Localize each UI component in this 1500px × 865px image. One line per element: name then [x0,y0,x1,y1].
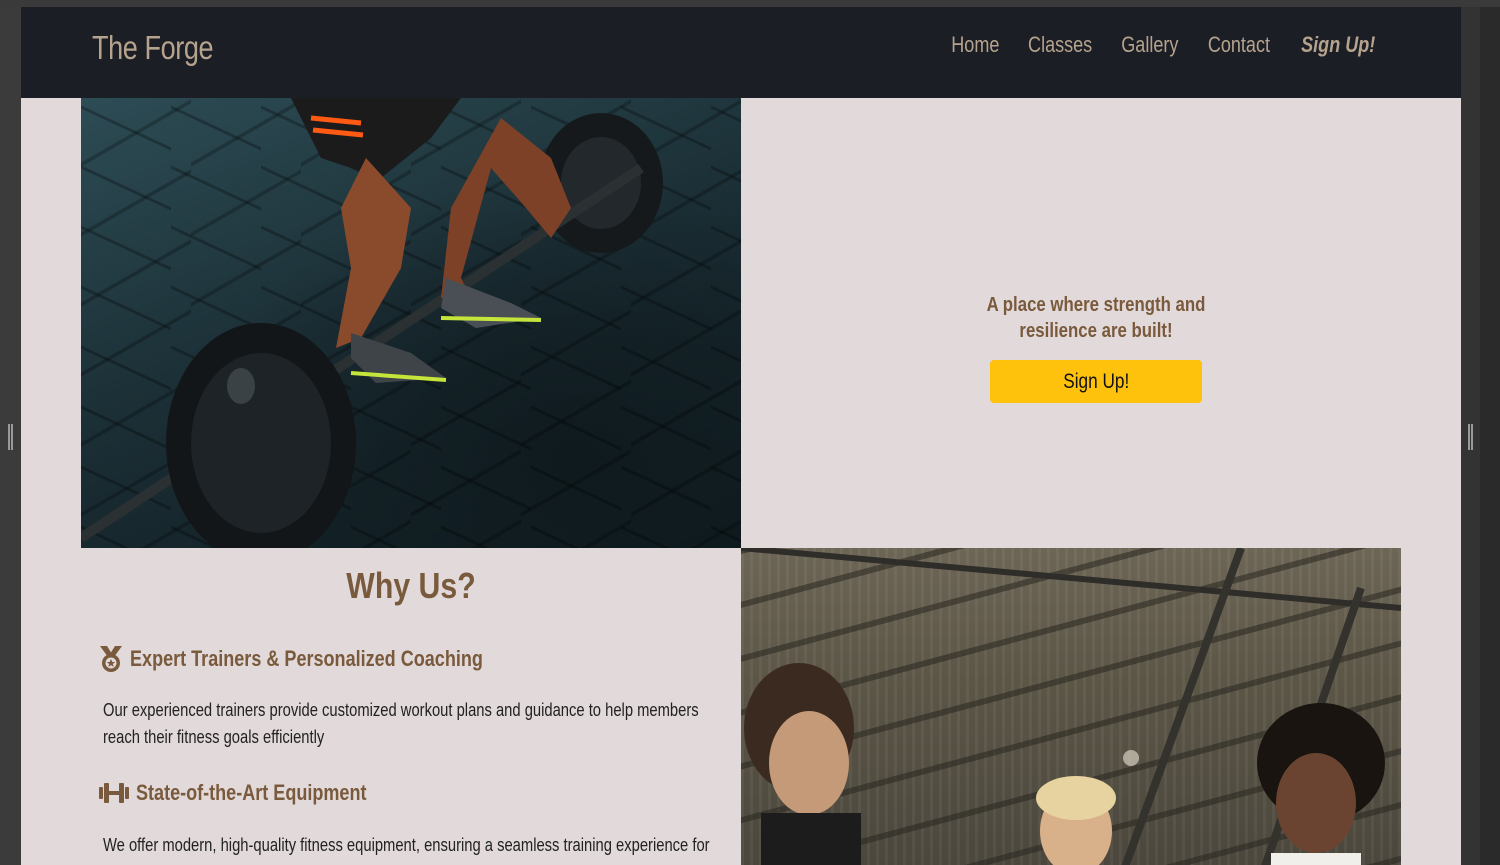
nav-classes[interactable]: Classes [1028,32,1092,58]
navbar: The Forge Home Classes Gallery Contact S… [21,7,1461,98]
webpage: The Forge Home Classes Gallery Contact S… [21,7,1461,865]
gym-people-illustration [741,548,1401,865]
dumbbell-icon [98,781,130,805]
feature-trainers-text: Our experienced trainers provide customi… [103,700,699,747]
right-gutter [1461,7,1500,865]
window-top-edge [0,0,1500,7]
hero-signup-button[interactable]: Sign Up! [990,360,1202,403]
nav-contact[interactable]: Contact [1208,32,1270,58]
nav-signup[interactable]: Sign Up! [1301,32,1375,58]
deadlift-illustration [81,98,663,548]
feature-equipment-title-text: State-of-the-Art Equipment [136,780,367,805]
brand-logo[interactable]: The Forge [92,29,214,67]
left-resize-handle[interactable] [8,424,13,450]
main-nav: Home Classes Gallery Contact Sign Up! [946,32,1383,58]
hero-tagline: A place where strength and resilience ar… [986,294,1206,342]
gym-group-image [741,548,1401,865]
nav-gallery[interactable]: Gallery [1121,32,1178,58]
why-us-heading: Why Us? [346,565,476,606]
nav-home[interactable]: Home [951,32,999,58]
right-resize-handle[interactable] [1468,424,1473,450]
feature-equipment-text: We offer modern, high-quality fitness eq… [103,835,710,855]
feature-equipment-title: State-of-the-Art Equipment [98,780,417,806]
feature-trainers-title-text: Expert Trainers & Personalized Coaching [130,646,483,671]
hero-image-deadlift [81,98,741,548]
medal-icon [98,645,124,673]
feature-trainers-title: Expert Trainers & Personalized Coaching [98,645,560,673]
